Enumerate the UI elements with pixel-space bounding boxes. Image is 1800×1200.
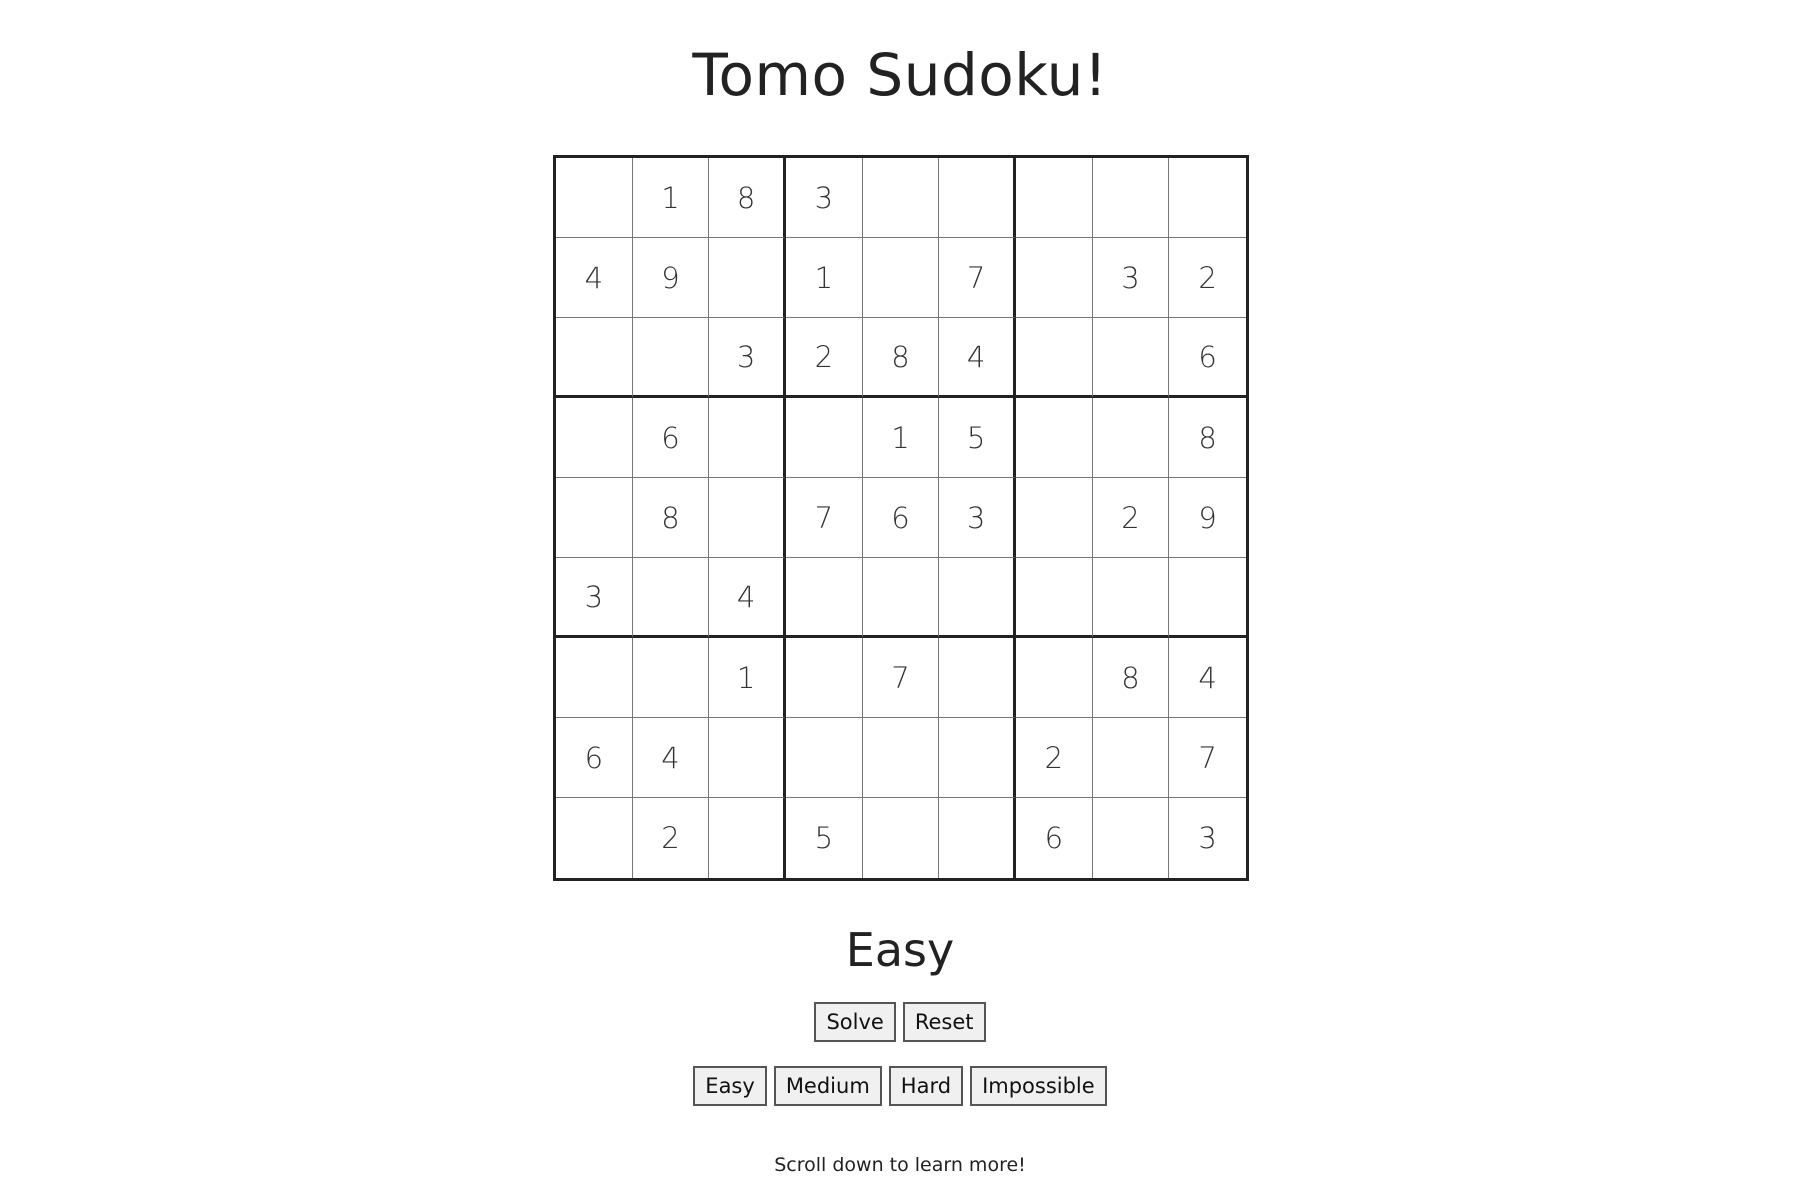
sudoku-cell[interactable]: 3: [1092, 238, 1170, 318]
sudoku-cell[interactable]: [1092, 158, 1170, 238]
sudoku-cell[interactable]: 8: [632, 478, 710, 558]
sudoku-cell[interactable]: [1169, 558, 1246, 638]
scroll-hint: Scroll down to learn more!: [774, 1154, 1026, 1176]
sudoku-cell[interactable]: 3: [1169, 798, 1246, 878]
sudoku-cell[interactable]: 1: [862, 398, 940, 478]
sudoku-cell[interactable]: 2: [1169, 238, 1246, 318]
sudoku-cell[interactable]: [1092, 558, 1170, 638]
sudoku-cell[interactable]: 8: [862, 318, 940, 398]
sudoku-cell[interactable]: [1015, 558, 1093, 638]
sudoku-cell[interactable]: 8: [1092, 638, 1170, 718]
sudoku-cell[interactable]: 3: [939, 478, 1016, 558]
page-title: Tomo Sudoku!: [692, 41, 1108, 109]
sudoku-cell[interactable]: [709, 718, 786, 798]
sudoku-cell[interactable]: [709, 478, 786, 558]
sudoku-cell[interactable]: [556, 318, 633, 398]
sudoku-cell[interactable]: [939, 558, 1016, 638]
sudoku-cell[interactable]: 1: [709, 638, 786, 718]
sudoku-cell[interactable]: [939, 798, 1016, 878]
sudoku-cell[interactable]: [1092, 318, 1170, 398]
sudoku-cell[interactable]: 8: [1169, 398, 1246, 478]
sudoku-cell[interactable]: [863, 798, 940, 878]
hard-button[interactable]: Hard: [888, 1066, 964, 1106]
difficulty-buttons: Easy Medium Hard Impossible: [0, 1066, 1800, 1106]
sudoku-cell[interactable]: [556, 798, 633, 878]
solve-button[interactable]: Solve: [814, 1002, 896, 1042]
sudoku-cell[interactable]: 5: [939, 398, 1016, 478]
sudoku-cell[interactable]: 1: [632, 158, 710, 238]
sudoku-cell[interactable]: [862, 238, 940, 318]
action-buttons: Solve Reset: [0, 1002, 1800, 1042]
sudoku-cell[interactable]: 2: [1092, 478, 1170, 558]
sudoku-cell[interactable]: 4: [1169, 638, 1246, 718]
sudoku-cell[interactable]: 5: [786, 798, 863, 878]
sudoku-cell[interactable]: 3: [785, 158, 863, 238]
sudoku-cell[interactable]: [939, 718, 1016, 798]
sudoku-cell[interactable]: [709, 798, 786, 878]
sudoku-cell[interactable]: 8: [709, 158, 786, 238]
sudoku-cell[interactable]: [556, 638, 633, 718]
sudoku-cell[interactable]: [1015, 318, 1093, 398]
sudoku-cell[interactable]: 6: [1016, 798, 1093, 878]
sudoku-cell[interactable]: 6: [862, 478, 940, 558]
sudoku-cell[interactable]: [632, 638, 710, 718]
sudoku-cell[interactable]: [1092, 718, 1170, 798]
sudoku-cell[interactable]: [862, 718, 940, 798]
current-difficulty: Easy: [845, 923, 955, 977]
sudoku-cell[interactable]: [1169, 158, 1246, 238]
sudoku-cell[interactable]: [939, 638, 1016, 718]
sudoku-cell[interactable]: [785, 718, 863, 798]
sudoku-cell[interactable]: 7: [785, 478, 863, 558]
sudoku-cell[interactable]: 9: [1169, 478, 1246, 558]
sudoku-cell[interactable]: [556, 398, 633, 478]
sudoku-cell[interactable]: 4: [709, 558, 786, 638]
sudoku-cell[interactable]: [862, 558, 940, 638]
sudoku-cell[interactable]: 7: [862, 638, 940, 718]
sudoku-cell[interactable]: [556, 158, 633, 238]
sudoku-cell[interactable]: 6: [632, 398, 710, 478]
sudoku-cell[interactable]: 2: [785, 318, 863, 398]
sudoku-cell[interactable]: 1: [785, 238, 863, 318]
sudoku-cell[interactable]: 2: [1015, 718, 1093, 798]
sudoku-cell[interactable]: [1015, 398, 1093, 478]
impossible-button[interactable]: Impossible: [970, 1066, 1107, 1106]
sudoku-cell[interactable]: [785, 558, 863, 638]
sudoku-cell[interactable]: [1015, 478, 1093, 558]
reset-button[interactable]: Reset: [902, 1002, 986, 1042]
sudoku-cell[interactable]: 3: [556, 558, 633, 638]
sudoku-cell[interactable]: [709, 398, 786, 478]
sudoku-cell[interactable]: [709, 238, 786, 318]
sudoku-cell[interactable]: [556, 478, 633, 558]
sudoku-cell[interactable]: [785, 638, 863, 718]
sudoku-cell[interactable]: 7: [1169, 718, 1246, 798]
sudoku-cell[interactable]: 3: [709, 318, 786, 398]
sudoku-cell[interactable]: [1092, 398, 1170, 478]
sudoku-cell[interactable]: [1015, 238, 1093, 318]
sudoku-cell[interactable]: 4: [556, 238, 633, 318]
easy-button[interactable]: Easy: [693, 1066, 767, 1106]
sudoku-board: 18349173232846615887632934178464272563: [553, 155, 1249, 881]
sudoku-cell[interactable]: 9: [632, 238, 710, 318]
sudoku-cell[interactable]: 6: [1169, 318, 1246, 398]
sudoku-cell[interactable]: [785, 398, 863, 478]
sudoku-cell[interactable]: [1015, 158, 1093, 238]
sudoku-cell[interactable]: 7: [939, 238, 1016, 318]
sudoku-cell[interactable]: [939, 158, 1016, 238]
sudoku-cell[interactable]: [862, 158, 940, 238]
sudoku-cell[interactable]: 4: [632, 718, 710, 798]
medium-button[interactable]: Medium: [773, 1066, 882, 1106]
sudoku-cell[interactable]: [632, 558, 710, 638]
sudoku-cell[interactable]: 2: [633, 798, 710, 878]
sudoku-cell[interactable]: 6: [556, 718, 633, 798]
sudoku-cell[interactable]: [1093, 798, 1170, 878]
sudoku-cell[interactable]: [632, 318, 710, 398]
sudoku-cell[interactable]: [1015, 638, 1093, 718]
sudoku-cell[interactable]: 4: [939, 318, 1016, 398]
